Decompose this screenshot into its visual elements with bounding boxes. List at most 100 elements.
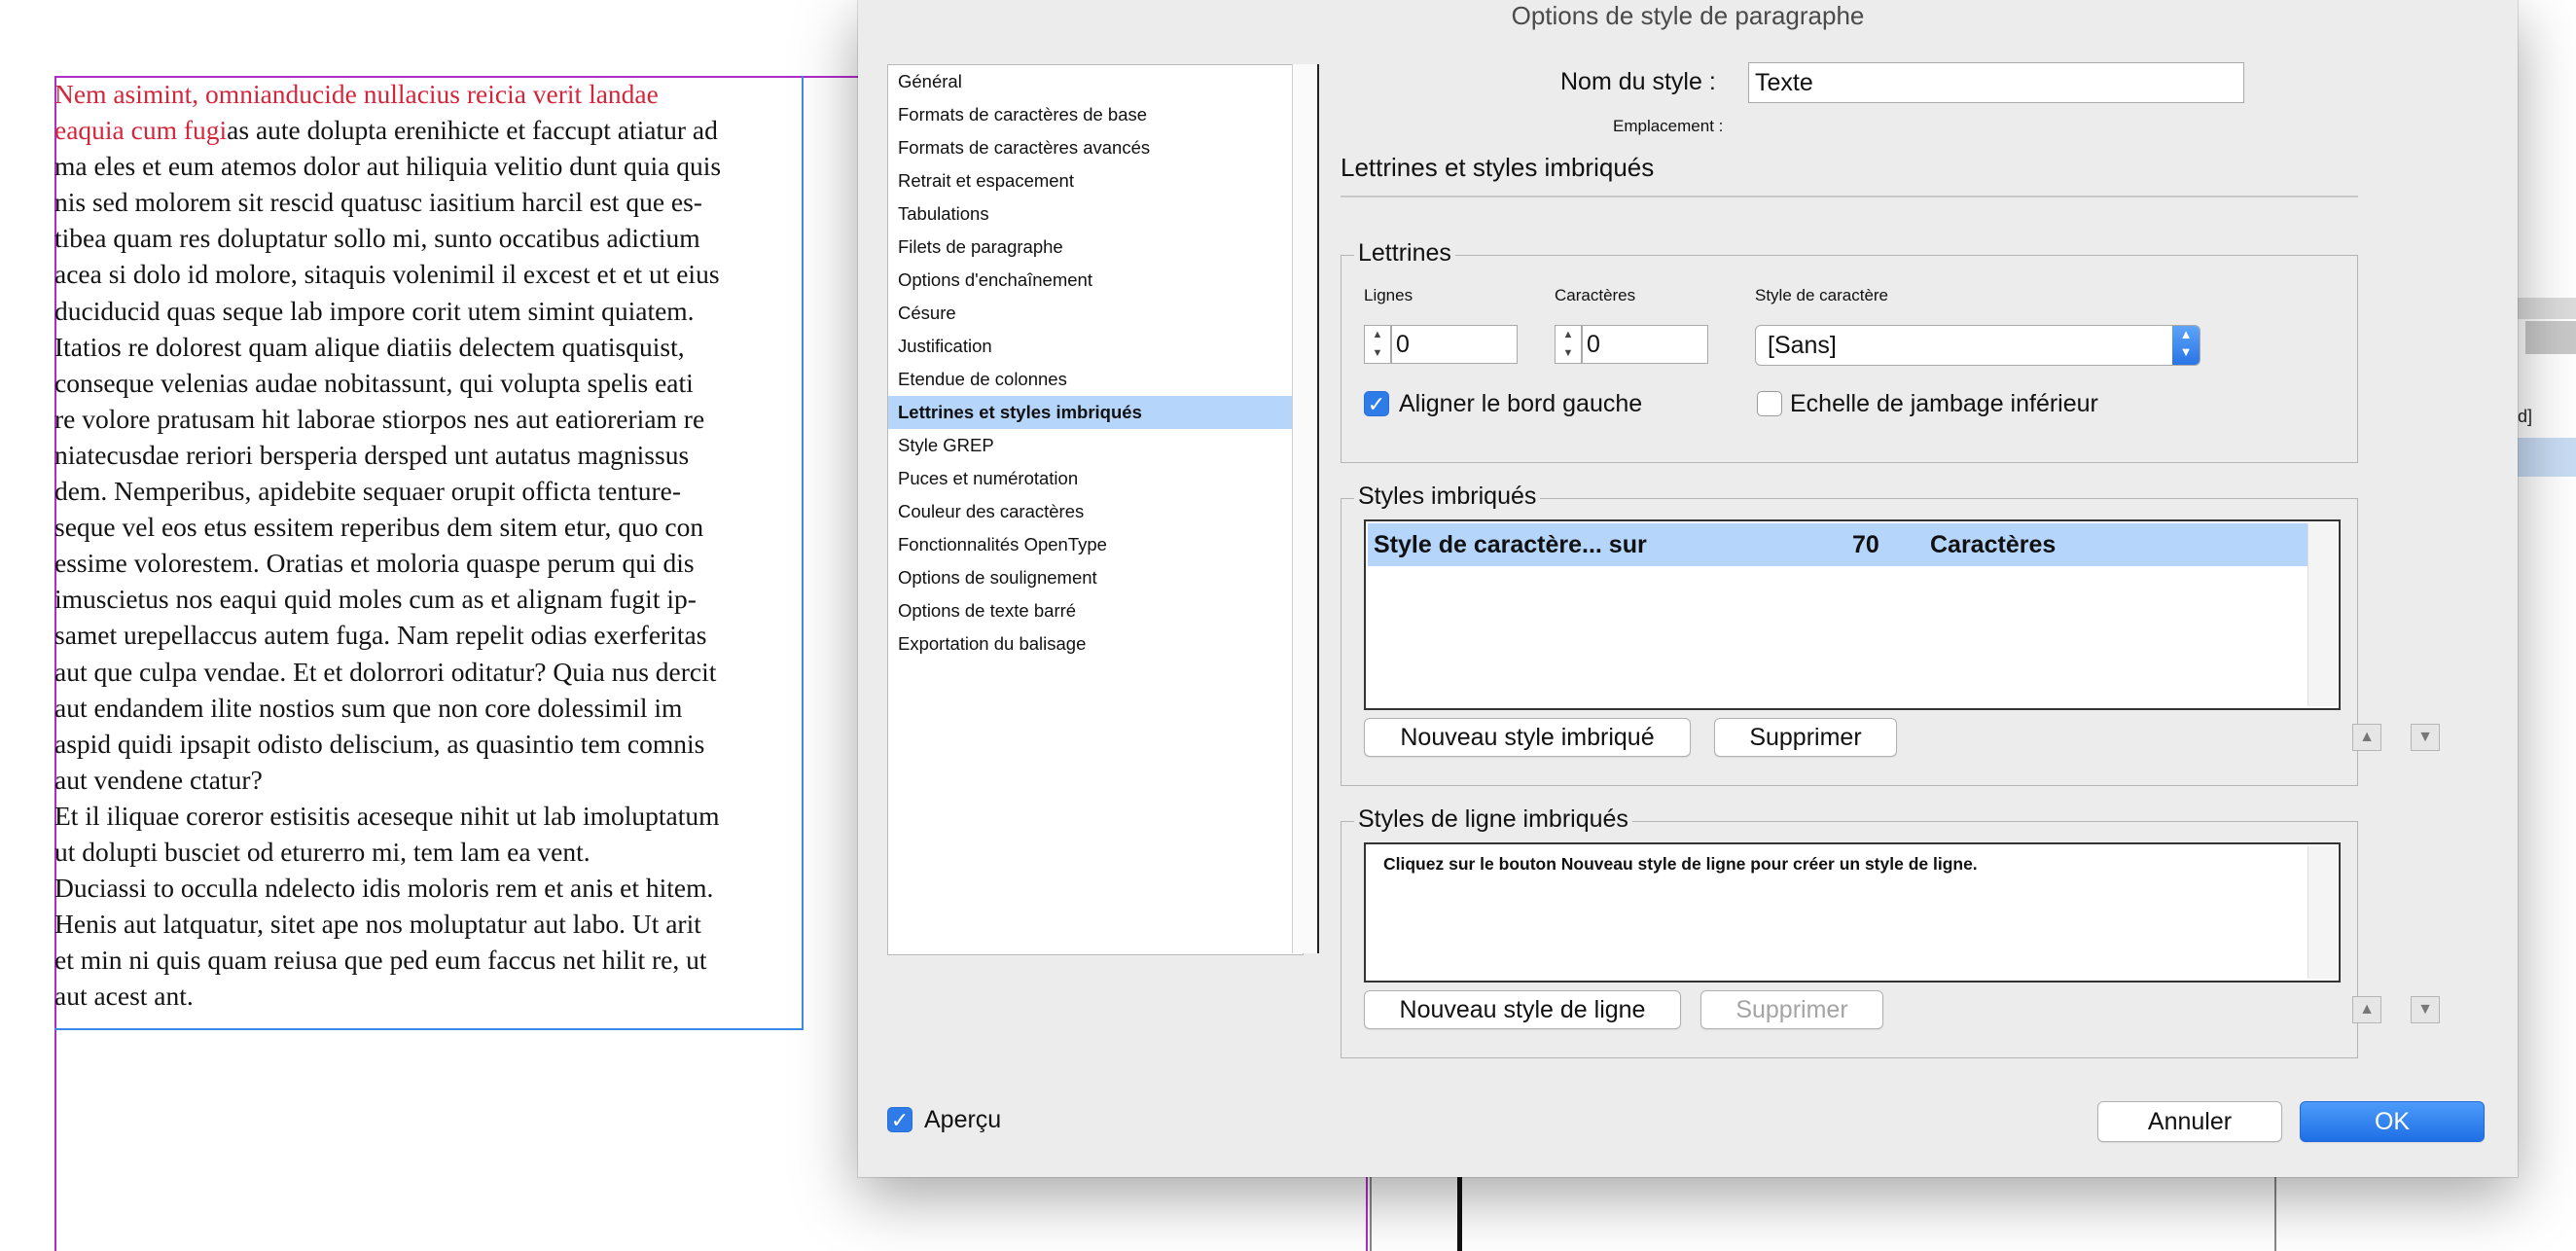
category-item[interactable]: Formats de caractères avancés [888, 131, 1303, 164]
nested-styles-list[interactable]: Style de caractère... sur 70 Caractères [1364, 519, 2341, 710]
body-text: as aute dolupta erenihicte et faccupt at… [227, 115, 718, 146]
nested-move-up-icon[interactable]: ▲ [2352, 724, 2381, 751]
category-item[interactable]: Césure [888, 297, 1303, 330]
document-text-line: ut dolupti busciet od eturerro mi, tem l… [54, 834, 804, 870]
delete-nested-style-button[interactable]: Supprimer [1714, 718, 1897, 757]
nested-style-row[interactable]: Style de caractère... sur 70 Caractères [1368, 523, 2308, 566]
dropcap-chars-field[interactable]: 0 [1582, 325, 1708, 364]
category-item[interactable]: Options de texte barré [888, 594, 1303, 627]
document-text-line: aspid quidi ipsapit odisto deliscium, as… [54, 726, 804, 762]
nested-line-styles-scrollbar[interactable] [2308, 846, 2338, 979]
highlighted-text: Nem asimint, omnianducide nullacius reic… [54, 79, 659, 109]
style-name-input[interactable] [1748, 62, 2244, 103]
category-list[interactable]: Général Formats de caractères de base Form… [887, 64, 1304, 955]
scale-descenders-checkbox[interactable] [1757, 391, 1782, 416]
body-text: ut dolupti busciet od eturerro mi, tem l… [54, 836, 590, 867]
body-text: acea si dolo id molore, sitaquis volenim… [54, 259, 720, 290]
document-text-line: eaquia cum fugias aute dolupta erenihict… [54, 112, 804, 148]
category-item[interactable]: Etendue de colonnes [888, 363, 1303, 396]
category-item[interactable]: Justification [888, 330, 1303, 363]
document-text-line: aut acest ant. [54, 978, 804, 1014]
line-move-down-icon[interactable]: ▼ [2411, 996, 2440, 1023]
stepper-down-icon[interactable]: ▼ [1365, 344, 1390, 363]
new-nested-style-button[interactable]: Nouveau style imbriqué [1364, 718, 1691, 757]
category-item[interactable]: Style GREP [888, 429, 1303, 462]
document-text-line: Nem asimint, omnianducide nullacius reic… [54, 76, 804, 112]
nested-line-styles-legend: Styles de ligne imbriqués [1354, 805, 1632, 834]
category-item[interactable]: Puces et numérotation [888, 462, 1303, 495]
nested-line-styles-list[interactable]: Cliquez sur le bouton Nouveau style de l… [1364, 842, 2341, 983]
ok-button[interactable]: OK [2300, 1101, 2485, 1142]
body-text: et min ni quis quam reiusa que ped eum f… [54, 945, 707, 976]
body-text: aut vendene ctatur? [54, 764, 263, 795]
section-divider [1341, 196, 2358, 197]
category-item[interactable]: Tabulations [888, 197, 1303, 231]
stepper-up-icon[interactable]: ▲ [1556, 326, 1581, 344]
category-item[interactable]: Options d'enchaînement [888, 264, 1303, 297]
category-item[interactable]: Lettrines et styles imbriqués [888, 396, 1303, 429]
document-text-line: tibea quam res doluptatur sollo mi, sunt… [54, 220, 804, 256]
body-text: essime volorestem. Oratias et moloria qu… [54, 548, 695, 579]
body-text: conseque velenias audae nobitassunt, qui… [54, 367, 694, 398]
body-text: samet urepellaccus autem fuga. Nam repel… [54, 620, 707, 651]
category-item[interactable]: Couleur des caractères [888, 495, 1303, 528]
body-text: re volore pratusam hit laborae stiorpos … [54, 403, 705, 434]
document-text-line: conseque velenias audae nobitassunt, qui… [54, 365, 804, 401]
document-text-line: samet urepellaccus autem fuga. Nam repel… [54, 617, 804, 653]
body-text: Itatios re dolorest quam alique diatiis … [54, 331, 685, 362]
document-text-line: re volore pratusam hit laborae stiorpos … [54, 401, 804, 437]
body-text: imuscietus nos eaqui quid moles cum as e… [54, 584, 697, 615]
category-item[interactable]: Exportation du balisage [888, 627, 1303, 661]
nested-style-name[interactable]: Style de caractère... sur [1374, 523, 1647, 566]
nested-style-unit[interactable]: Caractères [1930, 523, 2056, 566]
preview-label: Aperçu [924, 1106, 1002, 1133]
delete-line-style-button[interactable]: Supprimer [1700, 990, 1883, 1029]
select-arrows-icon: ▲ ▼ [2172, 326, 2200, 365]
stepper-down-icon[interactable]: ▼ [1556, 344, 1581, 363]
stepper-up-icon[interactable]: ▲ [1365, 326, 1390, 344]
char-style-select[interactable]: [Sans] ▲ ▼ [1755, 325, 2200, 366]
char-style-label: Style de caractère [1755, 286, 1889, 304]
nested-style-count[interactable]: 70 [1852, 523, 1879, 566]
document-text-line: niatecusdae reriori bersperia dersped un… [54, 437, 804, 473]
body-text: niatecusdae reriori bersperia dersped un… [54, 439, 690, 470]
category-list-scrollbar[interactable] [1292, 64, 1319, 953]
preview-checkbox[interactable]: ✓ [887, 1107, 912, 1132]
document-text-line: aut que culpa vendae. Et et dolorrori od… [54, 654, 804, 690]
body-text: aut endandem ilite nostios sum que non c… [54, 692, 683, 723]
line-move-up-icon[interactable]: ▲ [2352, 996, 2381, 1023]
dropcap-lines-field[interactable]: 0 [1391, 325, 1518, 364]
dropcap-lines-stepper[interactable]: ▲ ▼ [1364, 325, 1391, 364]
dropcap-chars-stepper[interactable]: ▲ ▼ [1555, 325, 1582, 364]
document-text-line: dem. Nemperibus, apidebite sequaer orupi… [54, 473, 804, 509]
nested-move-down-icon[interactable]: ▼ [2411, 724, 2440, 751]
document-text-line: Et il iliquae coreror estisitis aceseque… [54, 798, 804, 834]
category-item[interactable]: Général [888, 65, 1303, 98]
char-style-value: [Sans] [1768, 332, 1837, 359]
category-item[interactable]: Filets de paragraphe [888, 231, 1303, 264]
category-item[interactable]: Retrait et espacement [888, 164, 1303, 197]
panel-strip-button [2525, 321, 2576, 354]
style-name-label: Nom du style : [1560, 68, 1716, 95]
location-label: Emplacement : [1613, 117, 1724, 135]
nested-styles-scrollbar[interactable] [2308, 523, 2338, 706]
nested-styles-legend: Styles imbriqués [1354, 483, 1541, 511]
new-line-style-button[interactable]: Nouveau style de ligne [1364, 990, 1681, 1029]
body-text: dem. Nemperibus, apidebite sequaer orupi… [54, 476, 681, 507]
paragraph-style-options-dialog: Options de style de paragraphe Général Fo… [858, 0, 2518, 1177]
panel-strip-top [2518, 298, 2576, 319]
page-edge [1370, 1177, 1372, 1251]
align-left-label: Aligner le bord gauche [1399, 390, 1643, 417]
category-item[interactable]: Formats de caractères de base [888, 98, 1303, 131]
document-text: Nem asimint, omnianducide nullacius reic… [54, 76, 804, 1014]
body-text: Duciassi to occulla ndelecto idis molori… [54, 873, 714, 904]
body-text: nis sed molorem sit rescid quatusc iasit… [54, 187, 702, 218]
category-item[interactable]: Options de soulignement [888, 561, 1303, 594]
document-text-line: seque vel eos etus essitem reperibus dem… [54, 509, 804, 545]
cancel-button[interactable]: Annuler [2097, 1101, 2282, 1142]
text-frame-bottom-edge [54, 1028, 804, 1030]
body-text: Henis aut latquatur, sitet ape nos molup… [54, 909, 701, 940]
panel-edge [2274, 1177, 2276, 1251]
category-item[interactable]: Fonctionnalités OpenType [888, 528, 1303, 561]
align-left-checkbox[interactable]: ✓ [1364, 391, 1389, 416]
